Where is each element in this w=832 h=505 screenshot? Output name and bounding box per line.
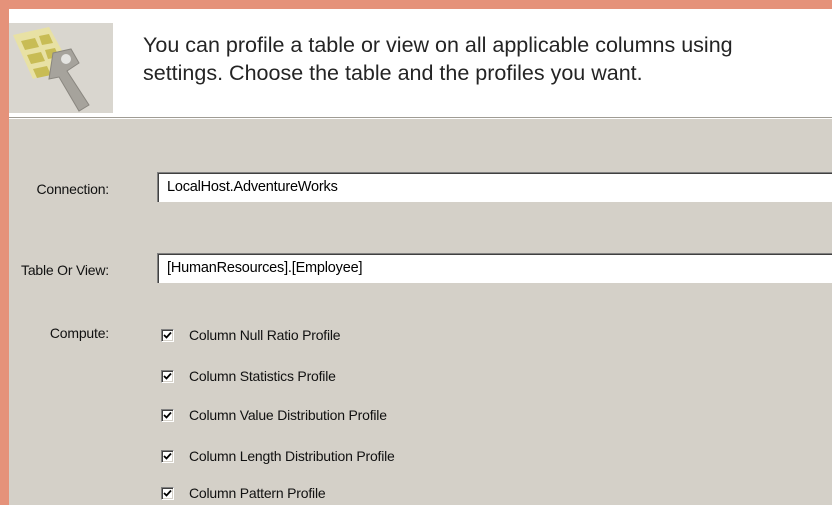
checkmark-icon xyxy=(163,411,172,419)
profile-label: Column Length Distribution Profile xyxy=(189,448,395,464)
checkbox[interactable] xyxy=(161,409,174,422)
table-wrench-icon xyxy=(9,23,113,113)
checkmark-icon xyxy=(163,489,172,497)
profile-label: Column Value Distribution Profile xyxy=(189,407,387,423)
connection-label: Connection: xyxy=(36,181,109,197)
checkbox[interactable] xyxy=(161,329,174,342)
checkmark-icon xyxy=(163,372,172,380)
header-separator xyxy=(9,117,832,119)
profile-label: Column Null Ratio Profile xyxy=(189,327,341,343)
connection-combobox[interactable]: LocalHost.AdventureWorks xyxy=(157,172,832,202)
profile-label: Column Statistics Profile xyxy=(189,368,336,384)
compute-label: Compute: xyxy=(49,325,109,341)
header-description-line-1: You can profile a table or view on all a… xyxy=(143,33,733,57)
checkmark-icon xyxy=(163,331,172,339)
checkbox[interactable] xyxy=(161,487,174,500)
header-description-line-2: settings. Choose the table and the profi… xyxy=(143,61,643,85)
checkbox[interactable] xyxy=(161,450,174,463)
table-or-view-combobox[interactable]: [HumanResources].[Employee] xyxy=(157,253,832,283)
dialog-window: You can profile a table or view on all a… xyxy=(9,9,832,505)
profile-label: Column Pattern Profile xyxy=(189,485,326,501)
table-or-view-value: [HumanResources].[Employee] xyxy=(167,260,363,276)
table-or-view-label: Table Or View: xyxy=(21,262,109,278)
checkmark-icon xyxy=(163,452,172,460)
wizard-header: You can profile a table or view on all a… xyxy=(9,9,832,117)
checkbox[interactable] xyxy=(161,370,174,383)
connection-value: LocalHost.AdventureWorks xyxy=(167,179,338,195)
